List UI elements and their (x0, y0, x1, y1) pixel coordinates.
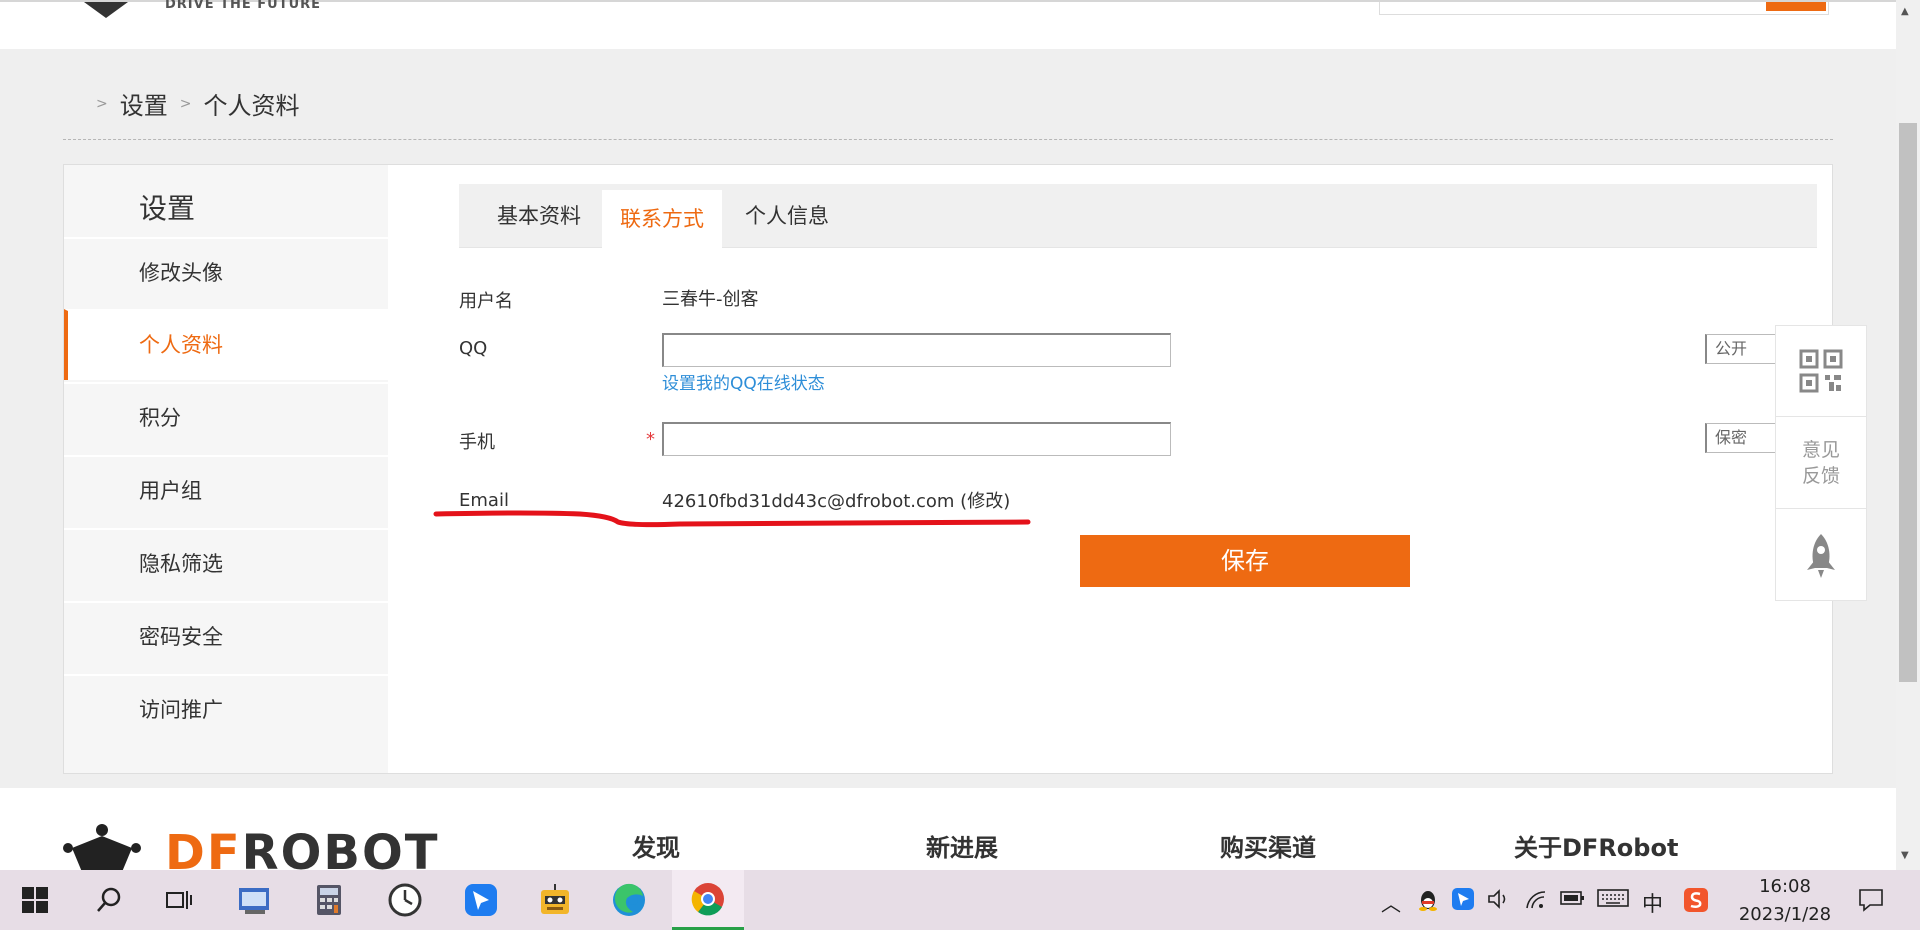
chrome-browser-icon[interactable] (672, 870, 744, 930)
tray-overflow-chevron-icon[interactable]: ︿ (1381, 888, 1401, 917)
annotation-underline (433, 510, 1031, 528)
floating-toolbar: 意见 反馈 (1775, 325, 1867, 601)
profile-tabs: 基本资料 联系方式 个人信息 (459, 184, 1817, 249)
phone-label: 手机 (459, 432, 495, 453)
app-window-icon[interactable] (222, 870, 288, 930)
footer-col-about[interactable]: 关于DFRobot (1514, 828, 1678, 863)
profile-content: 基本资料 联系方式 个人信息 用户名 三春牛-创客 QQ 设置我的QQ在线状态 … (388, 165, 1832, 773)
robot-logo-icon (63, 824, 141, 872)
search-input[interactable] (1379, 2, 1829, 15)
clock-app-icon[interactable] (372, 870, 438, 930)
taskbar-clock[interactable]: 16:08 2023/1/28 (1730, 873, 1840, 929)
qq-status-link[interactable]: 设置我的QQ在线状态 (662, 369, 825, 394)
tab-basic-info[interactable]: 基本资料 (479, 184, 599, 248)
volume-icon[interactable] (1487, 888, 1511, 915)
sidebar-title: 设置 (139, 192, 196, 225)
save-button[interactable]: 保存 (1080, 535, 1410, 587)
sogou-input-icon[interactable] (1684, 888, 1708, 917)
breadcrumb-separator: > (96, 95, 108, 112)
breadcrumb-settings[interactable]: 设置 (120, 86, 168, 121)
site-header: DRIVE THE FUTURE (0, 0, 1896, 49)
sidebar-item-privacy[interactable]: 隐私筛选 (64, 528, 388, 599)
feedback-label-1: 意见 (1801, 439, 1840, 461)
task-view-icon[interactable] (146, 870, 212, 930)
sidebar-item-points[interactable]: 积分 (64, 382, 388, 453)
windows-taskbar: ︿ 中 16:08 2023/1/28 (0, 870, 1920, 930)
sidebar-item-promotion[interactable]: 访问推广 (64, 674, 388, 745)
calculator-icon[interactable] (296, 870, 362, 930)
clock-date: 2023/1/28 (1738, 904, 1832, 925)
qq-input[interactable] (662, 333, 1171, 367)
keyboard-icon[interactable] (1597, 888, 1629, 913)
feishu-tray-icon[interactable] (1452, 888, 1474, 915)
robot-app-icon[interactable] (522, 870, 588, 930)
search-button[interactable] (1766, 2, 1826, 11)
breadcrumb: > 设置 > 个人资料 (96, 86, 299, 121)
settings-panel: 设置 修改头像 个人资料 积分 用户组 隐私筛选 密码安全 访问推广 基本资料 … (63, 164, 1833, 774)
footer-col-discover[interactable]: 发现 (632, 828, 680, 863)
tab-personal-info[interactable]: 个人信息 (727, 184, 847, 248)
battery-icon[interactable] (1559, 888, 1585, 913)
sidebar-item-usergroup[interactable]: 用户组 (64, 455, 388, 526)
qq-tray-icon[interactable] (1417, 888, 1439, 917)
username-value: 三春牛-创客 (662, 289, 759, 310)
ime-indicator[interactable]: 中 (1642, 888, 1663, 918)
site-logo[interactable] (84, 2, 128, 18)
sidebar-item-password[interactable]: 密码安全 (64, 601, 388, 672)
edge-browser-icon[interactable] (596, 870, 662, 930)
feedback-label-2: 反馈 (1801, 465, 1840, 487)
feishu-icon[interactable] (448, 870, 514, 930)
breadcrumb-separator: > (179, 95, 192, 112)
scroll-up-icon[interactable]: ▲ (1901, 6, 1909, 17)
sidebar-item-profile[interactable]: 个人资料 (64, 309, 388, 380)
breadcrumb-profile[interactable]: 个人资料 (203, 86, 299, 121)
site-tagline: DRIVE THE FUTURE (165, 0, 322, 12)
site-footer: DFROBOT 发现 新进展 购买渠道 关于DFRobot (0, 788, 1896, 872)
divider (63, 139, 1833, 140)
clock-time: 16:08 (1759, 876, 1811, 897)
scroll-down-icon[interactable]: ▼ (1901, 850, 1909, 861)
rocket-icon[interactable] (1776, 510, 1866, 601)
required-mark: * (646, 429, 655, 450)
footer-col-progress[interactable]: 新进展 (926, 828, 998, 863)
settings-sidebar: 设置 修改头像 个人资料 积分 用户组 隐私筛选 密码安全 访问推广 (64, 165, 388, 773)
wifi-icon[interactable] (1524, 888, 1548, 915)
username-label: 用户名 (459, 291, 513, 312)
phone-input[interactable] (662, 422, 1171, 456)
footer-brand[interactable]: DFROBOT (165, 826, 440, 870)
sidebar-item-avatar[interactable]: 修改头像 (64, 237, 388, 308)
qq-label: QQ (459, 338, 488, 359)
taskbar-search-icon[interactable] (76, 870, 142, 930)
qr-code-icon[interactable] (1776, 326, 1866, 417)
tab-contact[interactable]: 联系方式 (602, 190, 722, 249)
footer-col-purchase[interactable]: 购买渠道 (1220, 828, 1316, 863)
feedback-button[interactable]: 意见 反馈 (1776, 418, 1866, 509)
notification-icon[interactable] (1858, 888, 1884, 917)
windows-start-icon[interactable] (2, 870, 68, 930)
scrollbar-thumb[interactable] (1899, 123, 1917, 682)
